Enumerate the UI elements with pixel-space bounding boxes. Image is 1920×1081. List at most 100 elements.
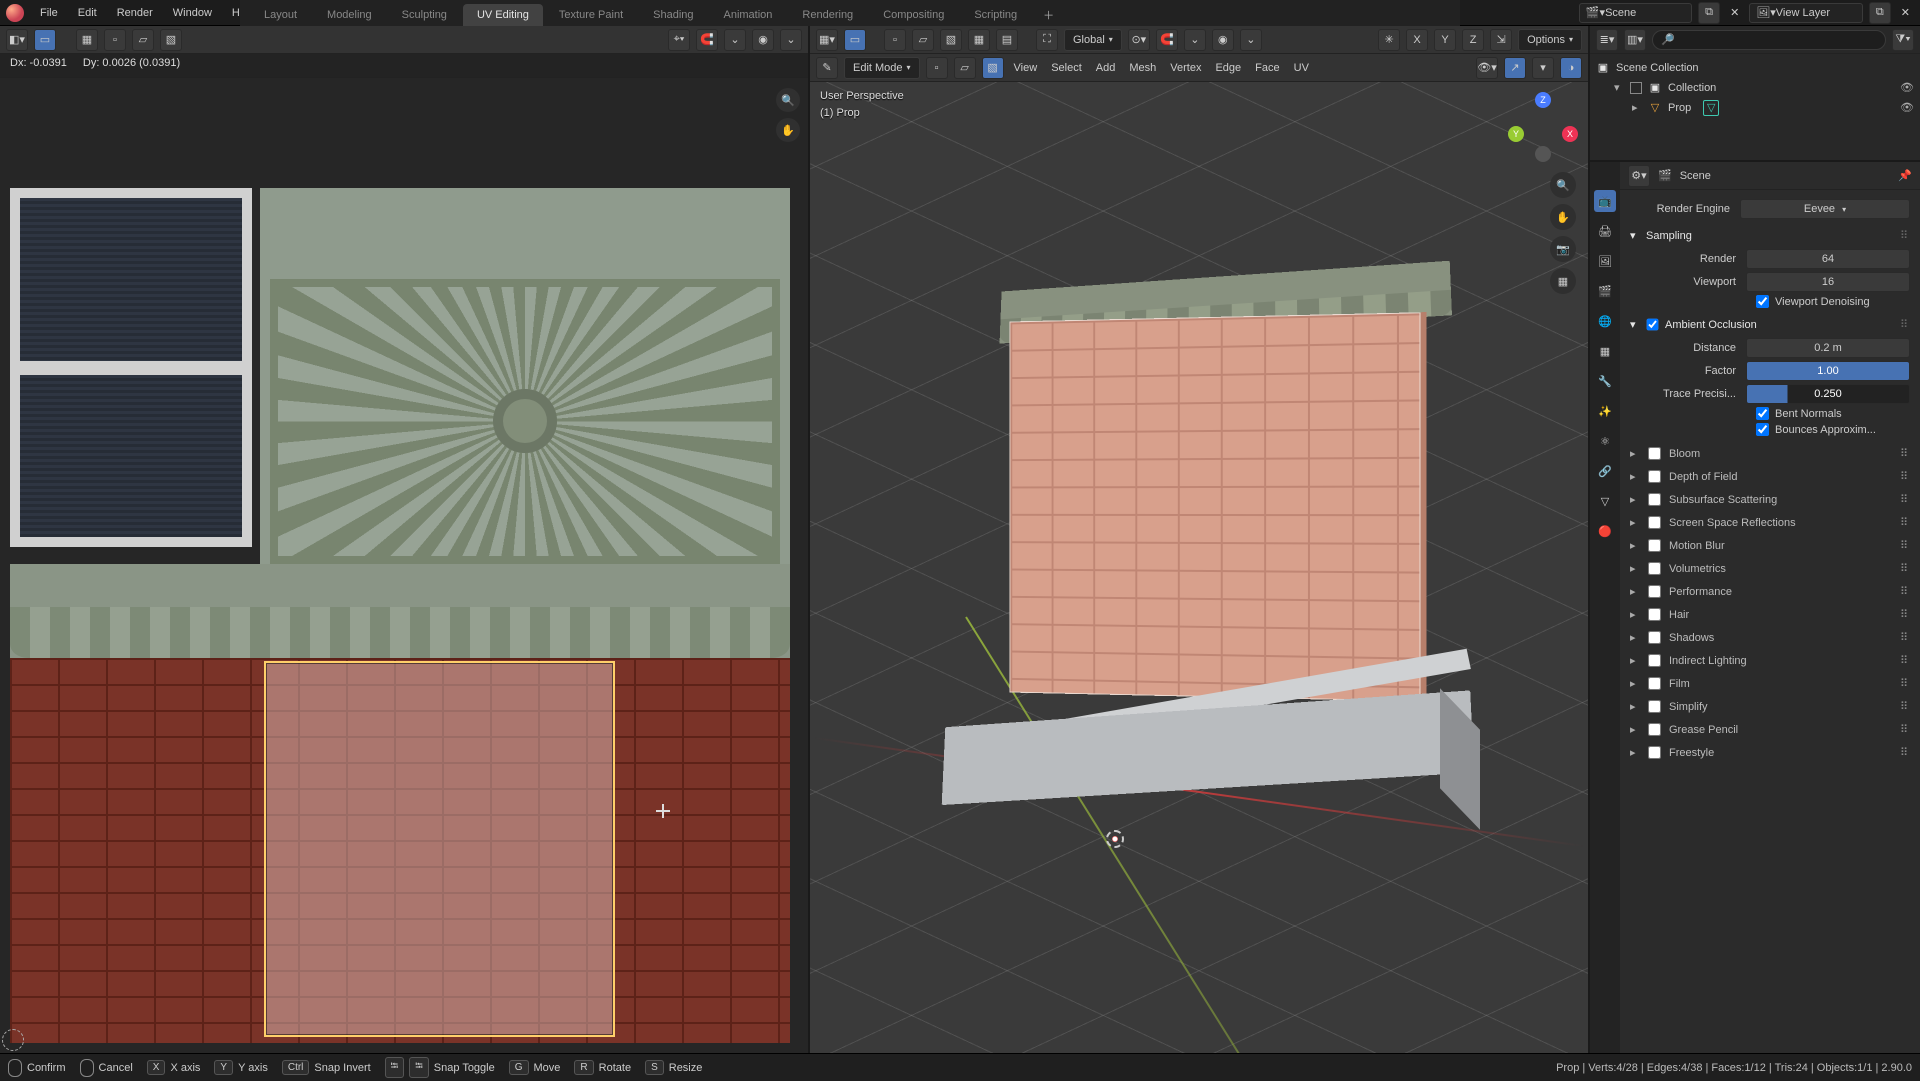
3d-gizmo-toggle[interactable]: ↗ <box>1504 57 1526 79</box>
uv-proportional-toggle[interactable]: ◉ <box>752 29 774 51</box>
disclosure-triangle-icon[interactable]: ▸ <box>1630 470 1640 483</box>
pin-icon[interactable]: 📌 <box>1898 169 1912 182</box>
panel-drag-icon[interactable]: ⠿ <box>1900 654 1910 667</box>
section-depth-of-field[interactable]: ▸Depth of Field⠿ <box>1630 465 1910 488</box>
gizmo-y-axis[interactable]: Y <box>1508 126 1524 142</box>
3d-canvas[interactable]: User Perspective (1) Prop Z X Y 🔍 ✋ 📷 <box>810 82 1588 1053</box>
3d-selmode-edge[interactable]: ▱ <box>954 57 976 79</box>
tab-viewlayer-icon[interactable]: 🖼 <box>1594 250 1616 272</box>
panel-drag-icon[interactable]: ⠿ <box>1900 700 1910 713</box>
3d-selmode-vert[interactable]: ▫ <box>926 57 948 79</box>
section-motion-blur[interactable]: ▸Motion Blur⠿ <box>1630 534 1910 557</box>
menu-window[interactable]: Window <box>163 3 222 23</box>
menu-add[interactable]: Add <box>1092 62 1120 74</box>
3d-snap-menu[interactable]: ⌄ <box>1184 29 1206 51</box>
panel-drag-icon[interactable]: ⠿ <box>1900 447 1910 460</box>
menu-vertex[interactable]: Vertex <box>1166 62 1205 74</box>
tab-modifier-icon[interactable]: 🔧 <box>1594 370 1616 392</box>
section-bloom[interactable]: ▸Bloom⠿ <box>1630 442 1910 465</box>
section-enable-checkbox[interactable] <box>1648 585 1661 598</box>
disclosure-triangle-icon[interactable]: ▸ <box>1630 539 1640 552</box>
tab-object-icon[interactable]: ▦ <box>1594 340 1616 362</box>
section-enable-checkbox[interactable] <box>1648 723 1661 736</box>
3d-editor-type-menu[interactable]: ▦▾ <box>816 29 838 51</box>
disclosure-triangle-icon[interactable]: ▸ <box>1630 700 1640 713</box>
disclosure-triangle-icon[interactable]: ▸ <box>1630 654 1640 667</box>
tab-render-icon[interactable]: 📺 <box>1594 190 1616 212</box>
panel-drag-icon[interactable]: ⠿ <box>1900 585 1910 598</box>
ao-enable-checkbox[interactable] <box>1647 319 1659 331</box>
3d-mirror-y[interactable]: Y <box>1434 29 1456 51</box>
section-sampling[interactable]: ▾ Sampling ⠿ <box>1630 225 1910 246</box>
tab-scene-icon[interactable]: 🎬 <box>1594 280 1616 302</box>
properties-type-menu[interactable]: ⚙▾ <box>1628 165 1650 187</box>
menu-select[interactable]: Select <box>1047 62 1086 74</box>
gizmo-x-axis[interactable]: X <box>1562 126 1578 142</box>
menu-view[interactable]: View <box>1010 62 1042 74</box>
section-ao[interactable]: ▾ Ambient Occlusion ⠿ <box>1630 314 1910 335</box>
new-viewlayer-button[interactable]: ⧉ <box>1869 2 1891 24</box>
uv-pivot-menu[interactable]: ⌖▾ <box>668 29 690 51</box>
add-workspace-button[interactable]: ＋ <box>1033 3 1064 27</box>
3d-tool-select[interactable]: ▭ <box>844 29 866 51</box>
disclosure-triangle-icon[interactable]: ▸ <box>1630 746 1640 759</box>
3d-orientation-select[interactable]: Global▾ <box>1064 29 1122 51</box>
tree-scene-collection[interactable]: ▣ Scene Collection <box>1596 58 1914 78</box>
section-performance[interactable]: ▸Performance⠿ <box>1630 580 1910 603</box>
section-enable-checkbox[interactable] <box>1648 608 1661 621</box>
section-shadows[interactable]: ▸Shadows⠿ <box>1630 626 1910 649</box>
3d-select-vert[interactable]: ▫ <box>884 29 906 51</box>
nav-camera-icon[interactable]: 📷 <box>1550 236 1576 262</box>
menu-file[interactable]: File <box>30 3 68 23</box>
uv-editor-type-menu[interactable]: ◧▾ <box>6 29 28 51</box>
section-grease-pencil[interactable]: ▸Grease Pencil⠿ <box>1630 718 1910 741</box>
uv-selection-rect[interactable] <box>264 661 615 1037</box>
3d-mode-select[interactable]: Edit Mode▾ <box>844 57 920 79</box>
3d-mode-icon[interactable]: ✎ <box>816 57 838 79</box>
ao-distance-input[interactable]: 0.2 m <box>1746 338 1910 358</box>
tree-object-prop[interactable]: ▸ ▽ Prop ▽ 👁 <box>1596 98 1914 118</box>
uv-tool-select[interactable]: ▭ <box>34 29 56 51</box>
3d-select-island[interactable]: ▤ <box>996 29 1018 51</box>
tab-sculpting[interactable]: Sculpting <box>388 4 461 27</box>
section-enable-checkbox[interactable] <box>1648 631 1661 644</box>
3d-options-menu[interactable]: Options▾ <box>1518 29 1582 51</box>
menu-face[interactable]: Face <box>1251 62 1283 74</box>
tab-uv-editing[interactable]: UV Editing <box>463 4 543 27</box>
nav-pan-icon[interactable]: ✋ <box>1550 204 1576 230</box>
tab-constraint-icon[interactable]: 🔗 <box>1594 460 1616 482</box>
menu-edit[interactable]: Edit <box>68 3 107 23</box>
section-enable-checkbox[interactable] <box>1648 562 1661 575</box>
3d-selmode-face[interactable]: ▧ <box>982 57 1004 79</box>
tab-compositing[interactable]: Compositing <box>869 4 958 27</box>
ao-bent-row[interactable]: Bent Normals <box>1756 407 1910 420</box>
viewlayer-name-input[interactable] <box>1776 7 1856 19</box>
tab-texture-paint[interactable]: Texture Paint <box>545 4 637 27</box>
section-freestyle[interactable]: ▸Freestyle⠿ <box>1630 741 1910 764</box>
collection-checkbox[interactable] <box>1630 82 1642 94</box>
section-subsurface-scattering[interactable]: ▸Subsurface Scattering⠿ <box>1630 488 1910 511</box>
3d-select-multi[interactable]: ▦ <box>968 29 990 51</box>
uv-select-edge[interactable]: ▱ <box>132 29 154 51</box>
tab-physics-icon[interactable]: ⚛ <box>1594 430 1616 452</box>
panel-drag-icon[interactable]: ⠿ <box>1900 229 1910 242</box>
menu-mesh[interactable]: Mesh <box>1125 62 1160 74</box>
section-enable-checkbox[interactable] <box>1648 447 1661 460</box>
section-enable-checkbox[interactable] <box>1648 516 1661 529</box>
delete-scene-button[interactable]: ✕ <box>1726 6 1743 19</box>
ao-trace-slider[interactable]: 0.250 <box>1746 384 1910 404</box>
hide-toggle-icon[interactable]: 👁 <box>1900 98 1914 118</box>
disclosure-triangle-icon[interactable]: ▸ <box>1630 516 1640 529</box>
3d-falloff-menu[interactable]: ⌄ <box>1240 29 1262 51</box>
section-enable-checkbox[interactable] <box>1648 746 1661 759</box>
disclosure-triangle-icon[interactable]: ▸ <box>1630 677 1640 690</box>
3d-automerge[interactable]: ⇲ <box>1490 29 1512 51</box>
panel-drag-icon[interactable]: ⠿ <box>1900 516 1910 529</box>
3d-mirror-x[interactable]: X <box>1406 29 1428 51</box>
tab-animation[interactable]: Animation <box>710 4 787 27</box>
section-film[interactable]: ▸Film⠿ <box>1630 672 1910 695</box>
viewport-denoise-row[interactable]: Viewport Denoising <box>1756 295 1910 308</box>
hide-toggle-icon[interactable]: 👁 <box>1900 78 1914 98</box>
mesh-data-icon[interactable]: ▽ <box>1703 100 1719 116</box>
disclosure-triangle-icon[interactable]: ▾ <box>1630 229 1640 242</box>
